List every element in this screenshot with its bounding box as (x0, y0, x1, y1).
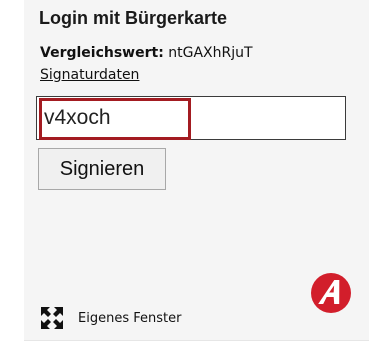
comparison-value-line: Vergleichswert: ntGAXhRjuT (40, 45, 253, 61)
expand-arrows-icon (41, 307, 63, 329)
own-window-label: Eigenes Fenster (78, 310, 182, 326)
page: Login mit Bürgerkarte Vergleichswert: nt… (0, 0, 379, 349)
a-trust-logo-icon (311, 273, 351, 313)
comparison-value: ntGAXhRjuT (168, 45, 253, 61)
signature-data-link[interactable]: Signaturdaten (40, 67, 139, 83)
own-window-toggle[interactable]: Eigenes Fenster (40, 304, 181, 332)
sign-button[interactable]: Signieren (38, 148, 166, 190)
pin-input[interactable] (44, 100, 334, 136)
comparison-value-label: Vergleichswert: (40, 45, 164, 61)
page-title: Login mit Bürgerkarte (39, 8, 228, 28)
